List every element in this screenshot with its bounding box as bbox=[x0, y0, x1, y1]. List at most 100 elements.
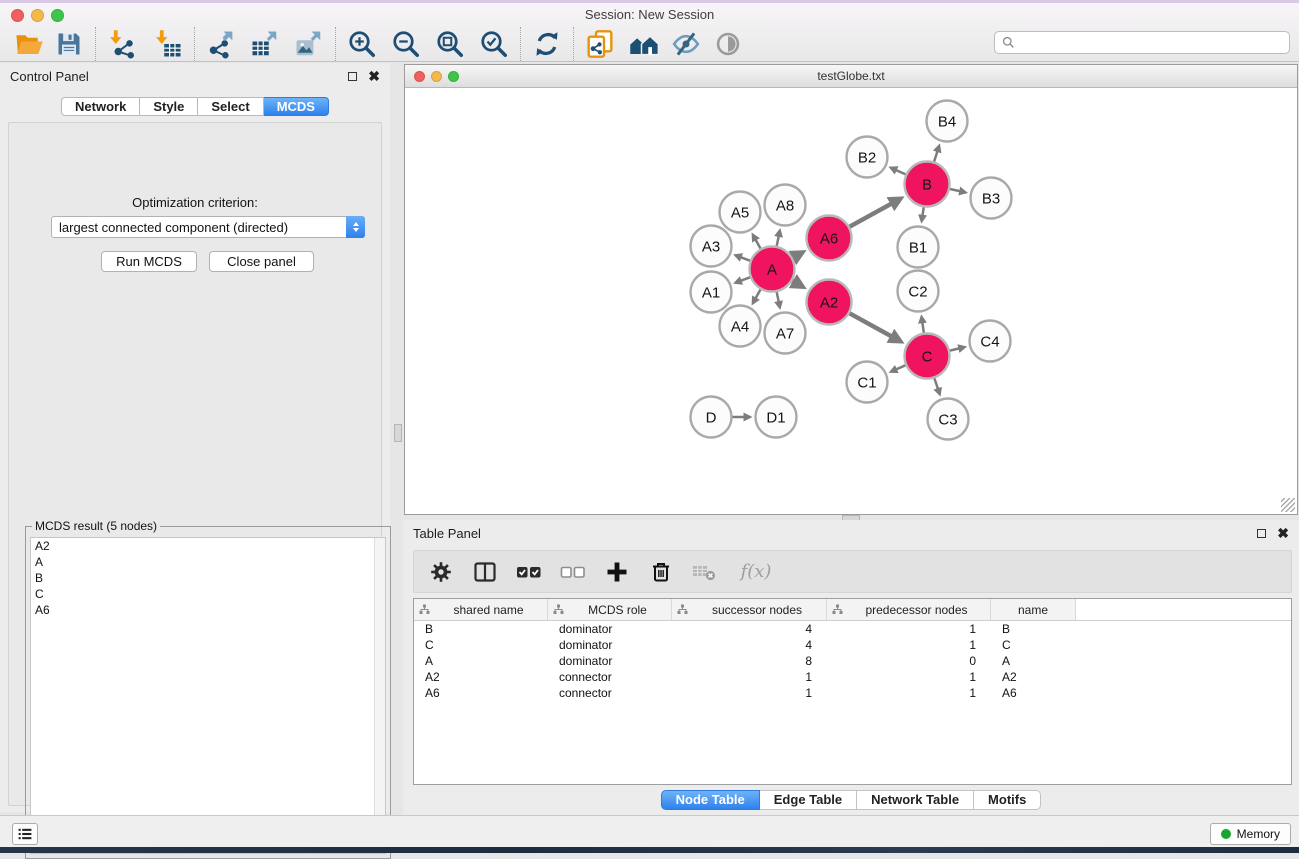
show-all-button[interactable] bbox=[711, 27, 745, 61]
edge-B-B2[interactable] bbox=[891, 168, 906, 175]
table-row-C[interactable]: Cdominator41C bbox=[414, 637, 1291, 653]
edge-A2-C[interactable] bbox=[850, 313, 901, 341]
node-C1[interactable]: C1 bbox=[847, 362, 888, 403]
zoom-fit-button[interactable] bbox=[433, 27, 467, 61]
table-settings-button[interactable] bbox=[426, 557, 456, 587]
save-session-button[interactable] bbox=[52, 27, 86, 61]
add-row-button[interactable] bbox=[602, 557, 632, 587]
run-mcds-button[interactable]: Run MCDS bbox=[101, 251, 197, 272]
column-header-name[interactable]: name bbox=[991, 599, 1076, 620]
search-input[interactable] bbox=[1015, 33, 1289, 52]
result-item[interactable]: A2 bbox=[31, 538, 385, 554]
cell-predecessor-nodes[interactable]: 1 bbox=[827, 686, 991, 700]
cell-shared-name[interactable]: A6 bbox=[414, 686, 548, 700]
table-row-A[interactable]: Adominator80A bbox=[414, 653, 1291, 669]
cell-successor-nodes[interactable]: 8 bbox=[672, 654, 827, 668]
cell-predecessor-nodes[interactable]: 1 bbox=[827, 638, 991, 652]
result-item[interactable]: A bbox=[31, 554, 385, 570]
node-table[interactable]: shared nameMCDS rolesuccessor nodesprede… bbox=[413, 598, 1292, 785]
cell-successor-nodes[interactable]: 4 bbox=[672, 622, 827, 636]
node-D[interactable]: D bbox=[691, 397, 732, 438]
column-header-shared-name[interactable]: shared name bbox=[414, 599, 548, 620]
tab-edge-table[interactable]: Edge Table bbox=[760, 790, 857, 810]
cell-name[interactable]: C bbox=[991, 638, 1076, 652]
edge-C-C4[interactable] bbox=[950, 347, 965, 351]
network-window-titlebar[interactable]: testGlobe.txt bbox=[405, 65, 1297, 88]
node-B2[interactable]: B2 bbox=[847, 137, 888, 178]
hide-selected-button[interactable] bbox=[669, 27, 703, 61]
import-network-button[interactable] bbox=[105, 27, 139, 61]
result-item[interactable]: A6 bbox=[31, 602, 385, 618]
edge-A-A6[interactable] bbox=[793, 253, 803, 258]
tab-select[interactable]: Select bbox=[198, 97, 263, 116]
node-B3[interactable]: B3 bbox=[971, 178, 1012, 219]
node-B1[interactable]: B1 bbox=[898, 227, 939, 268]
tab-node-table[interactable]: Node Table bbox=[661, 790, 760, 810]
edge-C-C2[interactable] bbox=[922, 317, 924, 333]
tab-network[interactable]: Network bbox=[61, 97, 140, 116]
first-neighbors-button[interactable] bbox=[627, 27, 661, 61]
node-C[interactable]: C bbox=[905, 334, 950, 379]
cell-MCDS-role[interactable]: connector bbox=[548, 670, 672, 684]
cell-name[interactable]: A bbox=[991, 654, 1076, 668]
close-table-panel-icon[interactable]: ✖ bbox=[1277, 526, 1289, 540]
node-A6[interactable]: A6 bbox=[807, 216, 852, 261]
node-A8[interactable]: A8 bbox=[765, 185, 806, 226]
edge-B-B1[interactable] bbox=[922, 207, 924, 221]
search-field[interactable] bbox=[994, 31, 1290, 54]
network-graph[interactable]: B4B2BB3B1A5A8A6A3AA1C2A2A4A7C4CC1C3DD1 bbox=[405, 88, 1297, 514]
node-A1[interactable]: A1 bbox=[691, 272, 732, 313]
node-A5[interactable]: A5 bbox=[720, 192, 761, 233]
tab-network-table[interactable]: Network Table bbox=[857, 790, 974, 810]
cell-MCDS-role[interactable]: dominator bbox=[548, 622, 672, 636]
memory-button[interactable]: Memory bbox=[1210, 823, 1291, 845]
result-scrollbar[interactable] bbox=[374, 538, 385, 853]
edge-A6-B[interactable] bbox=[850, 199, 901, 227]
edge-A-A2[interactable] bbox=[792, 281, 802, 287]
node-B4[interactable]: B4 bbox=[927, 101, 968, 142]
column-header-MCDS-role[interactable]: MCDS role bbox=[548, 599, 672, 620]
duplicate-network-button[interactable] bbox=[583, 27, 617, 61]
edge-A-A7[interactable] bbox=[777, 292, 780, 307]
float-table-panel-icon[interactable] bbox=[1257, 529, 1266, 538]
show-columns-button[interactable] bbox=[470, 557, 500, 587]
cell-shared-name[interactable]: A bbox=[414, 654, 548, 668]
network-canvas[interactable]: B4B2BB3B1A5A8A6A3AA1C2A2A4A7C4CC1C3DD1 bbox=[405, 88, 1297, 514]
edge-C-C3[interactable] bbox=[934, 378, 939, 394]
cell-MCDS-role[interactable]: connector bbox=[548, 686, 672, 700]
export-table-button[interactable] bbox=[248, 27, 282, 61]
node-B[interactable]: B bbox=[905, 162, 950, 207]
cell-MCDS-role[interactable]: dominator bbox=[548, 654, 672, 668]
node-C3[interactable]: C3 bbox=[928, 399, 969, 440]
cell-successor-nodes[interactable]: 1 bbox=[672, 686, 827, 700]
delete-rows-button[interactable] bbox=[646, 557, 676, 587]
cell-name[interactable]: B bbox=[991, 622, 1076, 636]
refresh-network-button[interactable] bbox=[530, 27, 564, 61]
zoom-selected-button[interactable] bbox=[477, 27, 511, 61]
close-panel-icon[interactable]: ✖ bbox=[368, 69, 380, 83]
edge-A-A8[interactable] bbox=[777, 231, 780, 246]
window-resize-grip[interactable] bbox=[1281, 498, 1295, 512]
cell-shared-name[interactable]: B bbox=[414, 622, 548, 636]
export-network-button[interactable] bbox=[204, 27, 238, 61]
edge-A-A4[interactable] bbox=[753, 290, 761, 304]
tab-mcds[interactable]: MCDS bbox=[264, 97, 329, 116]
deselect-all-rows-button[interactable] bbox=[558, 557, 588, 587]
node-C2[interactable]: C2 bbox=[898, 271, 939, 312]
column-header-predecessor-nodes[interactable]: predecessor nodes bbox=[827, 599, 991, 620]
node-C4[interactable]: C4 bbox=[970, 321, 1011, 362]
zoom-in-button[interactable] bbox=[345, 27, 379, 61]
close-panel-button[interactable]: Close panel bbox=[209, 251, 314, 272]
cell-predecessor-nodes[interactable]: 0 bbox=[827, 654, 991, 668]
result-item[interactable]: B bbox=[31, 570, 385, 586]
delete-table-button[interactable] bbox=[690, 557, 720, 587]
edge-B-B4[interactable] bbox=[934, 146, 939, 162]
column-header-successor-nodes[interactable]: successor nodes bbox=[672, 599, 827, 620]
cell-predecessor-nodes[interactable]: 1 bbox=[827, 670, 991, 684]
vertical-splitter-handle[interactable] bbox=[394, 424, 402, 442]
optimization-criterion-select[interactable]: largest connected component (directed) bbox=[51, 216, 365, 238]
edge-B-B3[interactable] bbox=[950, 189, 965, 192]
cell-shared-name[interactable]: C bbox=[414, 638, 548, 652]
select-all-rows-button[interactable] bbox=[514, 557, 544, 587]
float-panel-icon[interactable] bbox=[348, 72, 357, 81]
